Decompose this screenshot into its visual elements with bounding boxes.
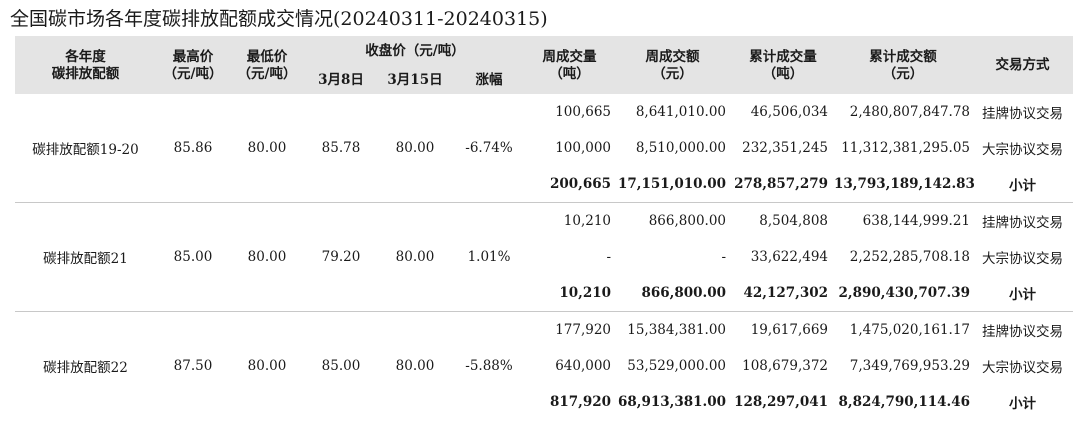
close-price-mar15: 80.00 <box>395 358 435 374</box>
header-high-price: 最高价 （元/吨） <box>156 36 230 94</box>
trade-method: 小计 <box>972 275 1074 312</box>
week-volume: 10,210 <box>526 275 614 312</box>
cum-amount: 1,475,020,161.17 <box>849 322 971 338</box>
header-low-price: 最低价 （元/吨） <box>230 36 304 94</box>
price-change: -6.74% <box>452 94 527 203</box>
cum-amount: 8,824,790,114.46 <box>838 394 971 410</box>
header-week-volume: 周成交量 （吨） <box>526 36 614 94</box>
cum-volume: 46,506,034 <box>750 104 829 120</box>
cum-amount: 2,252,285,708.18 <box>849 249 971 265</box>
cum-volume: 232,351,245 <box>742 140 829 156</box>
cum-amount: 7,349,769,953.29 <box>849 358 971 374</box>
header-cum-volume: 累计成交量 （吨） <box>732 36 835 94</box>
header-allowance-year: 各年度 碳排放配额 <box>15 36 156 94</box>
high-price: 85.86 <box>156 94 230 203</box>
low-price: 80.00 <box>230 94 304 203</box>
week-volume: 100,665 <box>555 104 612 120</box>
price-change: -5.88% <box>465 358 513 374</box>
week-amount: 15,384,381.00 <box>627 322 727 338</box>
cum-volume: 108,679,372 <box>742 358 829 374</box>
week-volume: 177,920 <box>555 322 612 338</box>
table-row: 碳排放配额22 87.50 80.00 85.00 80.00 -5.88% 177,920… <box>15 312 1073 376</box>
cum-amount: 11,312,381,295.05 <box>841 140 971 156</box>
close-price-mar15: 80.00 <box>378 94 452 203</box>
close-price-mar15: 80.00 <box>378 202 452 312</box>
price-change: 1.01% <box>452 202 527 312</box>
cum-volume: 42,127,302 <box>732 275 835 312</box>
cum-volume: 33,622,494 <box>750 249 829 265</box>
week-volume: 10,210 <box>563 213 612 229</box>
table-header: 各年度 碳排放配额 最高价 （元/吨） 最低价 （元/吨） 收盘价（元/吨） 周成交量… <box>15 36 1074 94</box>
allowance-name: 碳排放配额19-20 <box>15 94 156 203</box>
header-trade-method: 交易方式 <box>972 36 1074 94</box>
week-volume: - <box>606 249 612 265</box>
cum-amount: 13,793,189,142.83 <box>834 166 975 203</box>
week-amount: 68,913,381.00 <box>617 394 727 410</box>
week-volume: 100,000 <box>555 140 612 156</box>
header-close-mar8: 3月8日 <box>304 66 378 94</box>
trade-method: 小计 <box>972 166 1074 203</box>
cum-volume: 128,297,041 <box>734 394 829 410</box>
low-price: 80.00 <box>247 358 287 374</box>
table-row: 碳排放配额21 85.00 80.00 79.20 80.00 1.01% 10,210 86… <box>15 202 1073 312</box>
trade-method: 挂牌协议交易 <box>982 215 1064 231</box>
week-amount: 866,800.00 <box>648 213 727 229</box>
week-amount: 17,151,010.00 <box>613 166 733 203</box>
week-amount: 8,510,000.00 <box>635 140 727 156</box>
trade-method: 大宗协议交易 <box>982 142 1064 158</box>
close-price-mar8: 85.00 <box>321 358 361 374</box>
trade-method: 小计 <box>1009 396 1037 412</box>
allowance-name: 碳排放配额21 <box>15 202 156 312</box>
table-body: 碳排放配额19-20 85.86 80.00 85.78 80.00 -6.74% 100,… <box>15 94 1074 420</box>
week-volume: 817,920 <box>549 394 612 410</box>
week-amount: 53,529,000.00 <box>627 358 727 374</box>
allowance-name: 碳排放配额22 <box>43 360 128 376</box>
week-amount: - <box>721 249 727 265</box>
cum-amount: 2,890,430,707.39 <box>834 275 973 312</box>
close-price-mar8: 85.78 <box>304 94 378 203</box>
header-week-amount: 周成交额 （元） <box>613 36 733 94</box>
header-close-price: 收盘价（元/吨） <box>304 36 527 66</box>
week-amount: 8,641,010.00 <box>635 104 727 120</box>
trade-method: 挂牌协议交易 <box>982 106 1064 122</box>
high-price: 85.00 <box>156 202 230 312</box>
week-amount: 866,800.00 <box>613 275 733 312</box>
carbon-trading-table: 各年度 碳排放配额 最高价 （元/吨） 最低价 （元/吨） 收盘价（元/吨） 周成交量… <box>15 36 1074 420</box>
cum-amount: 638,144,999.21 <box>862 213 971 229</box>
cum-volume: 278,857,279 <box>732 166 835 203</box>
trade-method: 大宗协议交易 <box>982 360 1064 376</box>
week-volume: 200,665 <box>526 166 614 203</box>
trade-method: 大宗协议交易 <box>982 251 1064 267</box>
trade-method: 挂牌协议交易 <box>982 324 1064 340</box>
cum-amount: 2,480,807,847.78 <box>849 104 971 120</box>
high-price: 87.50 <box>173 358 213 374</box>
header-close-mar15: 3月15日 <box>378 66 452 94</box>
low-price: 80.00 <box>230 202 304 312</box>
header-change: 涨幅 <box>452 66 527 94</box>
close-price-mar8: 79.20 <box>304 202 378 312</box>
page-title: 全国碳市场各年度碳排放配额成交情况(20240311-20240315) <box>10 8 548 30</box>
table-row: 碳排放配额19-20 85.86 80.00 85.78 80.00 -6.74% 100,… <box>15 94 1073 203</box>
header-cum-amount: 累计成交额 （元） <box>834 36 973 94</box>
cum-volume: 19,617,669 <box>750 322 829 338</box>
cum-volume: 8,504,808 <box>759 213 829 229</box>
week-volume: 640,000 <box>555 358 612 374</box>
